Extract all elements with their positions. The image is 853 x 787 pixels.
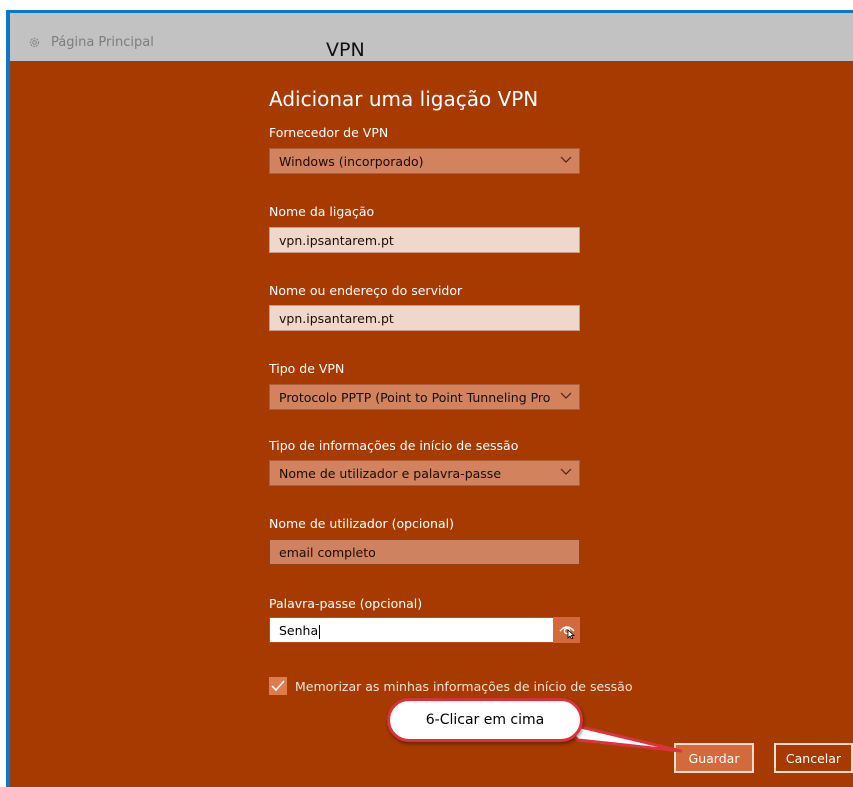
callout-pointer bbox=[558, 720, 683, 753]
annotation-callout: 6-Clicar em cima bbox=[387, 698, 583, 742]
callout-text: 6-Clicar em cima bbox=[425, 712, 545, 728]
